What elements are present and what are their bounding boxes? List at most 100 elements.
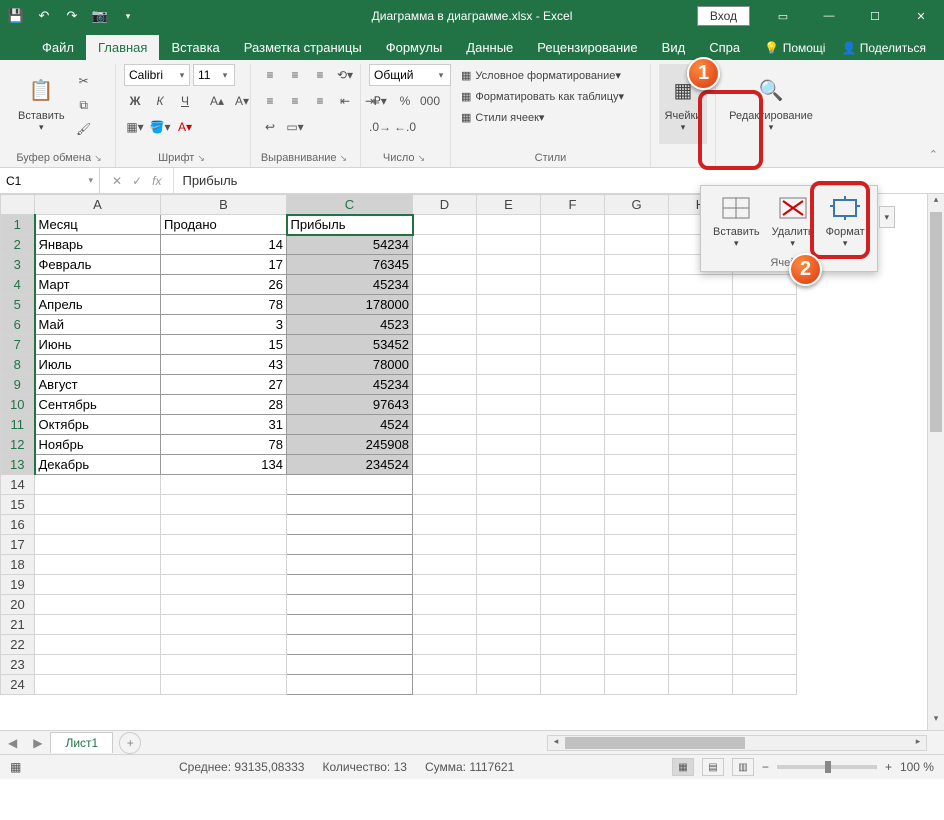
- grow-font-icon[interactable]: A▴: [206, 90, 228, 112]
- vertical-scrollbar[interactable]: ▴ ▾: [927, 194, 944, 730]
- popup-expand-icon[interactable]: ▾: [879, 206, 895, 228]
- cell-I11[interactable]: [733, 415, 797, 435]
- cell-H18[interactable]: [669, 555, 733, 575]
- cell-F16[interactable]: [541, 515, 605, 535]
- tab-insert[interactable]: Вставка: [159, 35, 231, 60]
- cell-I5[interactable]: [733, 295, 797, 315]
- zoom-in-icon[interactable]: +: [885, 760, 892, 774]
- cell-C21[interactable]: [287, 615, 413, 635]
- cell-E1[interactable]: [477, 215, 541, 235]
- cell-G10[interactable]: [605, 395, 669, 415]
- cell-D8[interactable]: [413, 355, 477, 375]
- cell-A1[interactable]: Месяц: [35, 215, 161, 235]
- cell-C5[interactable]: 178000: [287, 295, 413, 315]
- cell-G23[interactable]: [605, 655, 669, 675]
- cell-G3[interactable]: [605, 255, 669, 275]
- scroll-down-icon[interactable]: ▾: [928, 713, 944, 730]
- cell-C17[interactable]: [287, 535, 413, 555]
- cell-A8[interactable]: Июль: [35, 355, 161, 375]
- indent-dec-icon[interactable]: ⇤: [334, 90, 356, 112]
- align-center-icon[interactable]: ≡: [284, 90, 306, 112]
- cell-D4[interactable]: [413, 275, 477, 295]
- cell-F2[interactable]: [541, 235, 605, 255]
- cell-G4[interactable]: [605, 275, 669, 295]
- row-header-22[interactable]: 22: [1, 635, 35, 655]
- cell-G19[interactable]: [605, 575, 669, 595]
- cell-H12[interactable]: [669, 435, 733, 455]
- cell-F6[interactable]: [541, 315, 605, 335]
- cell-I13[interactable]: [733, 455, 797, 475]
- cell-B2[interactable]: 14: [161, 235, 287, 255]
- cell-E16[interactable]: [477, 515, 541, 535]
- name-box[interactable]: C1▾: [0, 168, 100, 193]
- comma-icon[interactable]: 000: [419, 90, 441, 112]
- cell-C24[interactable]: [287, 675, 413, 695]
- cell-B11[interactable]: 31: [161, 415, 287, 435]
- cell-H4[interactable]: [669, 275, 733, 295]
- cell-B21[interactable]: [161, 615, 287, 635]
- wrap-text-icon[interactable]: ↩: [259, 116, 281, 138]
- horizontal-scrollbar[interactable]: ◂ ▸: [547, 735, 927, 751]
- collapse-ribbon-icon[interactable]: ⌃: [929, 148, 938, 161]
- increase-decimal-icon[interactable]: .0→: [369, 116, 391, 138]
- tab-layout[interactable]: Разметка страницы: [232, 35, 374, 60]
- cell-A9[interactable]: Август: [35, 375, 161, 395]
- cell-E23[interactable]: [477, 655, 541, 675]
- cell-E21[interactable]: [477, 615, 541, 635]
- close-icon[interactable]: ✕: [898, 0, 944, 32]
- cell-D17[interactable]: [413, 535, 477, 555]
- currency-icon[interactable]: ₽▾: [369, 90, 391, 112]
- cell-H19[interactable]: [669, 575, 733, 595]
- cell-C10[interactable]: 97643: [287, 395, 413, 415]
- cell-I4[interactable]: [733, 275, 797, 295]
- col-header-A[interactable]: A: [35, 195, 161, 215]
- cell-H14[interactable]: [669, 475, 733, 495]
- shrink-font-icon[interactable]: A▾: [231, 90, 253, 112]
- undo-icon[interactable]: ↶: [34, 6, 54, 26]
- cell-B8[interactable]: 43: [161, 355, 287, 375]
- cell-E4[interactable]: [477, 275, 541, 295]
- cell-H6[interactable]: [669, 315, 733, 335]
- save-icon[interactable]: 💾: [6, 6, 26, 26]
- format-cells-button[interactable]: Формат▾: [820, 190, 871, 253]
- cell-D21[interactable]: [413, 615, 477, 635]
- scroll-right-icon[interactable]: ▸: [910, 736, 926, 750]
- cell-I15[interactable]: [733, 495, 797, 515]
- cell-A19[interactable]: [35, 575, 161, 595]
- tab-home[interactable]: Главная: [86, 35, 159, 60]
- cell-A22[interactable]: [35, 635, 161, 655]
- cell-H5[interactable]: [669, 295, 733, 315]
- cell-E20[interactable]: [477, 595, 541, 615]
- row-header-24[interactable]: 24: [1, 675, 35, 695]
- sheet-nav-next-icon[interactable]: ▶: [25, 736, 50, 750]
- cell-I21[interactable]: [733, 615, 797, 635]
- col-header-C[interactable]: C: [287, 195, 413, 215]
- login-button[interactable]: Вход: [697, 6, 750, 26]
- cell-E12[interactable]: [477, 435, 541, 455]
- cell-E24[interactable]: [477, 675, 541, 695]
- hscroll-thumb[interactable]: [565, 737, 745, 749]
- cell-H15[interactable]: [669, 495, 733, 515]
- cell-B17[interactable]: [161, 535, 287, 555]
- row-header-19[interactable]: 19: [1, 575, 35, 595]
- row-header-7[interactable]: 7: [1, 335, 35, 355]
- cell-B18[interactable]: [161, 555, 287, 575]
- fx-icon[interactable]: fx: [152, 174, 161, 188]
- row-header-2[interactable]: 2: [1, 235, 35, 255]
- cell-A5[interactable]: Апрель: [35, 295, 161, 315]
- cell-C19[interactable]: [287, 575, 413, 595]
- row-header-6[interactable]: 6: [1, 315, 35, 335]
- tab-formulas[interactable]: Формулы: [374, 35, 455, 60]
- zoom-slider[interactable]: [777, 765, 877, 769]
- cell-D16[interactable]: [413, 515, 477, 535]
- borders-icon[interactable]: ▦▾: [124, 116, 146, 138]
- cell-A16[interactable]: [35, 515, 161, 535]
- cell-F17[interactable]: [541, 535, 605, 555]
- cell-B23[interactable]: [161, 655, 287, 675]
- cell-D10[interactable]: [413, 395, 477, 415]
- cell-F19[interactable]: [541, 575, 605, 595]
- cell-G2[interactable]: [605, 235, 669, 255]
- format-as-table-button[interactable]: ▦ Форматировать как таблицу ▾: [459, 87, 626, 106]
- cell-B7[interactable]: 15: [161, 335, 287, 355]
- cell-H8[interactable]: [669, 355, 733, 375]
